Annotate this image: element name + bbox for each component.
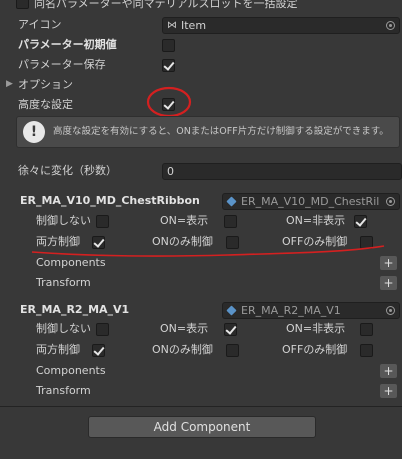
param-init-label: パラメーター初期値 <box>18 38 117 51</box>
red-circle-annotation <box>146 86 192 118</box>
transition-input[interactable]: 0 <box>162 163 402 180</box>
block2-opt-on-hide-label: ON=非表示 <box>286 322 346 335</box>
warning-icon: ! <box>23 121 45 143</box>
block2-object-field[interactable]: ER_MA_R2_MA_V1 <box>222 302 400 319</box>
param-save-label: パラメーター保存 <box>18 58 106 71</box>
block2-opt-both-checkbox[interactable] <box>92 344 105 357</box>
block2-transform-add-button[interactable]: + <box>380 384 397 398</box>
block1-name: ER_MA_V10_MD_ChestRibbon <box>20 194 200 207</box>
block2-transform-label[interactable]: Transform <box>36 384 91 398</box>
add-component-button[interactable]: Add Component <box>88 416 316 438</box>
info-text: 高度な設定を有効にすると、ONまたはOFF片方だけ制御する設定ができます。 <box>53 126 389 137</box>
block2-opt-on-show-checkbox[interactable] <box>224 323 237 336</box>
block2-opt-off-only-label: OFFのみ制御 <box>282 343 348 356</box>
object-picker-icon[interactable] <box>386 21 395 30</box>
block1-opt-none-checkbox[interactable] <box>96 215 109 228</box>
icon-label: アイコン <box>18 18 62 31</box>
block2-opt-on-only-label: ONのみ制御 <box>152 343 213 356</box>
block2-opt-off-only-checkbox[interactable] <box>360 344 373 357</box>
gameobject-icon <box>226 196 237 207</box>
bow-icon: ⋈ <box>167 20 177 31</box>
block2-opt-on-show-label: ON=表示 <box>160 322 209 335</box>
block1-opt-on-show-label: ON=表示 <box>160 214 209 227</box>
param-save-checkbox[interactable] <box>162 59 175 72</box>
batch-set-checkbox[interactable] <box>16 0 29 9</box>
icon-field[interactable]: ⋈ Item <box>162 17 400 34</box>
transition-label: 徐々に変化（秒数） <box>18 164 117 177</box>
advanced-label: 高度な設定 <box>18 98 73 111</box>
block2-opt-none-checkbox[interactable] <box>96 323 109 336</box>
block1-components-add-button[interactable]: + <box>380 256 397 270</box>
batch-set-label: 同名パラメーターや同マテリアルスロットを一括設定 <box>34 0 298 10</box>
block1-transform-label[interactable]: Transform <box>36 276 91 290</box>
block1-opt-none-label: 制御しない <box>36 214 91 227</box>
block2-name: ER_MA_R2_MA_V1 <box>20 303 130 316</box>
block2-components-add-button[interactable]: + <box>380 364 397 378</box>
block1-opt-on-hide-checkbox[interactable] <box>354 215 367 228</box>
block2-components-label[interactable]: Components <box>36 364 106 378</box>
block1-object-field[interactable]: ER_MA_V10_MD_ChestRil <box>222 193 400 210</box>
block1-components-label[interactable]: Components <box>36 256 106 270</box>
block2-opt-none-label: 制御しない <box>36 322 91 335</box>
info-box: ! 高度な設定を有効にすると、ONまたはOFF片方だけ制御する設定ができます。 <box>16 116 400 148</box>
block2-opt-both-label: 両方制御 <box>36 343 80 356</box>
block1-transform-add-button[interactable]: + <box>380 276 397 290</box>
param-init-checkbox[interactable] <box>162 39 175 52</box>
block1-ref: ER_MA_V10_MD_ChestRil <box>241 195 380 208</box>
block2-opt-on-hide-checkbox[interactable] <box>360 323 373 336</box>
block2-opt-on-only-checkbox[interactable] <box>226 344 239 357</box>
options-foldout[interactable]: オプション <box>18 78 73 92</box>
block1-opt-on-show-checkbox[interactable] <box>224 215 237 228</box>
foldout-arrow-icon[interactable]: ▶ <box>6 79 13 89</box>
block2-ref: ER_MA_R2_MA_V1 <box>241 304 341 317</box>
block1-opt-on-hide-label: ON=非表示 <box>286 214 346 227</box>
object-picker-icon[interactable] <box>386 197 395 206</box>
icon-value: Item <box>181 19 207 32</box>
gameobject-icon <box>226 305 237 316</box>
inspector-divider <box>0 406 402 407</box>
object-picker-icon[interactable] <box>386 306 395 315</box>
